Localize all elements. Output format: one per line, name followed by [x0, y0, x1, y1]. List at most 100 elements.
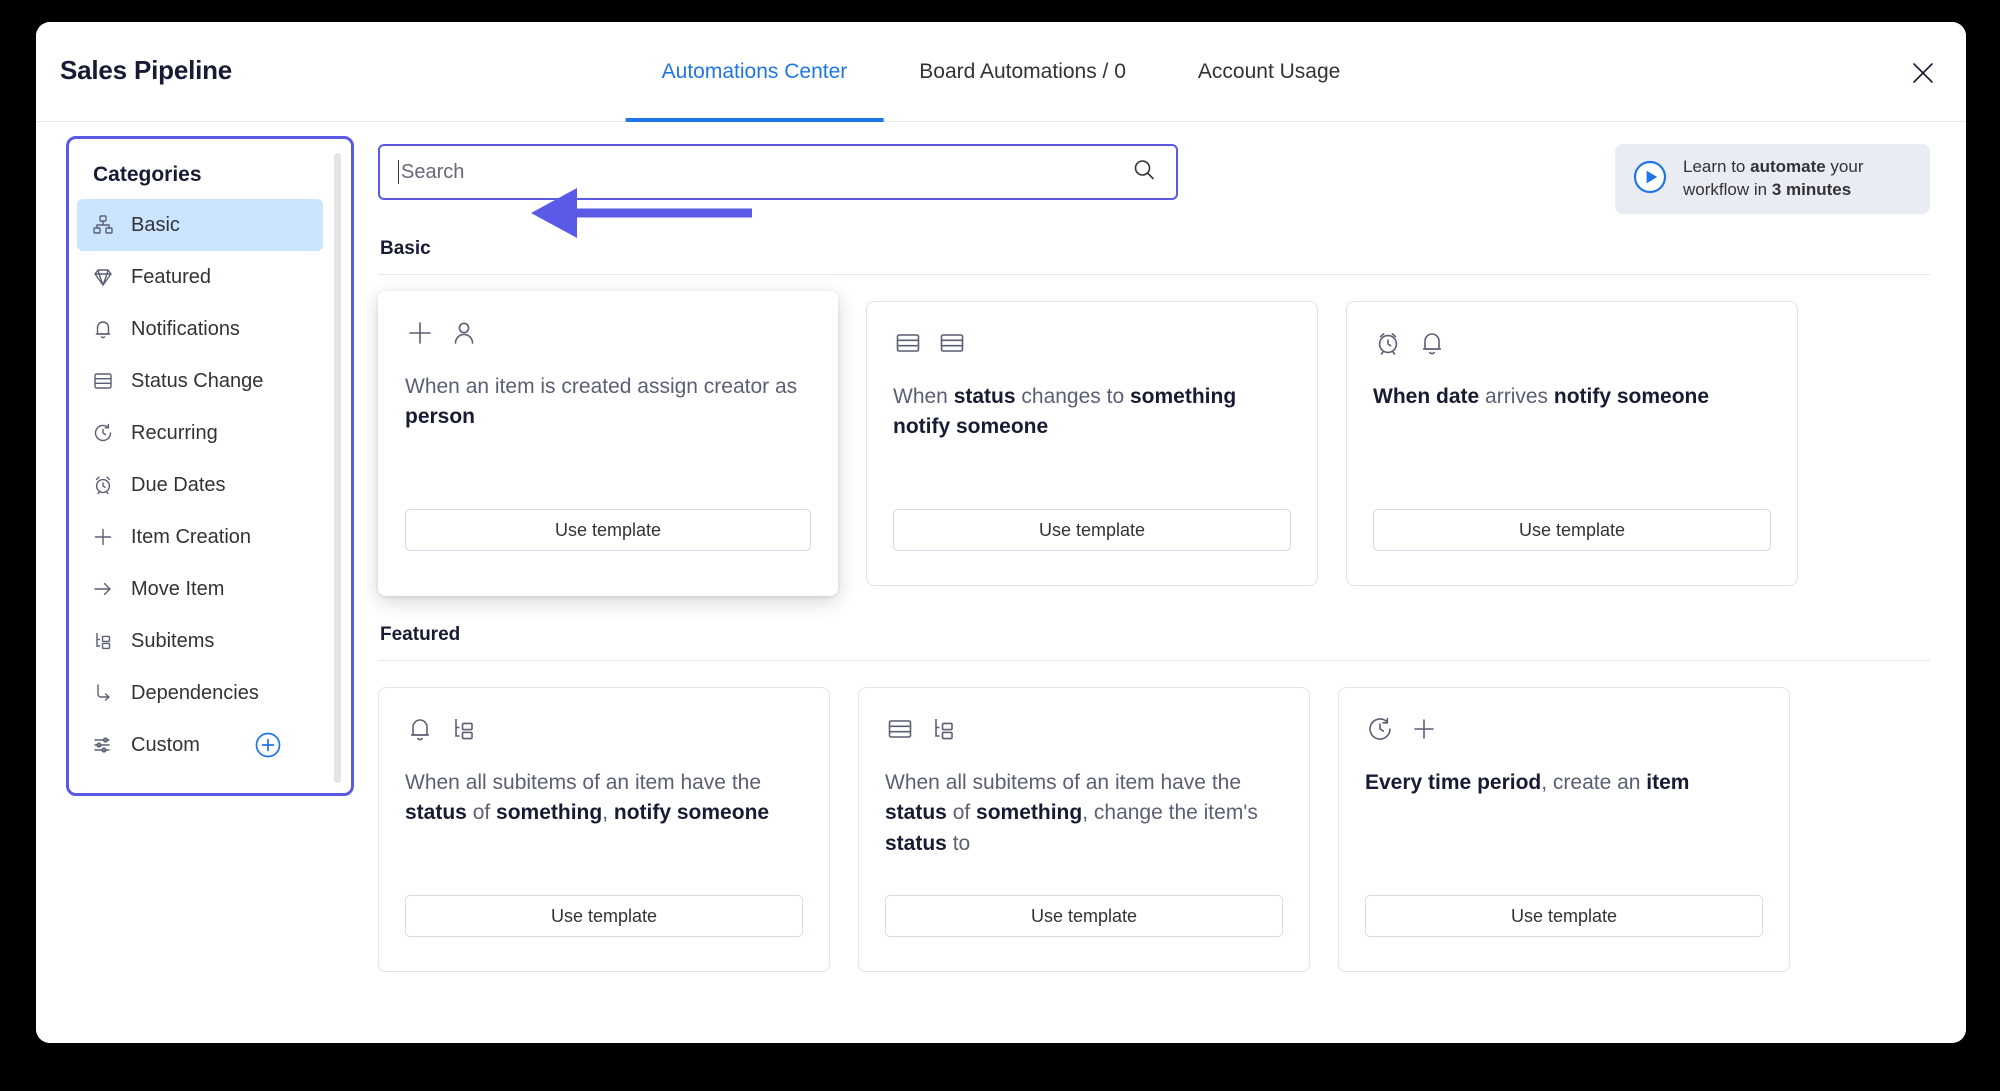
card-icons — [405, 318, 811, 348]
sidebar-item-label: Recurring — [131, 422, 218, 444]
sidebar-heading: Categories — [93, 163, 202, 186]
alarm-clock-icon — [1373, 328, 1403, 358]
sidebar-item-featured[interactable]: Featured — [77, 251, 323, 303]
card-text-part: to — [946, 831, 971, 855]
sidebar-item-label: Subitems — [131, 630, 215, 652]
page-title: Sales Pipeline — [60, 55, 233, 85]
sidebar-item-label: Item Creation — [131, 526, 252, 548]
tab-board-automations[interactable]: Board Automations / 0 — [883, 22, 1162, 122]
screen-root: Sales Pipeline Automations Center Board … — [0, 0, 2000, 1091]
card-icons — [1365, 714, 1763, 744]
card-text-part: Every time period — [1365, 771, 1542, 794]
card-text-part: , — [602, 801, 614, 825]
plus-icon — [1409, 714, 1439, 744]
subitems-icon — [449, 714, 479, 744]
use-template-button[interactable]: Use template — [1365, 895, 1763, 937]
plus-icon — [405, 318, 435, 348]
sidebar-item-label: Basic — [131, 214, 180, 236]
card-text-part: When all subitems of an item have the — [405, 771, 762, 794]
use-template-button[interactable]: Use template — [405, 509, 811, 551]
sidebar-item-notifications[interactable]: Notifications — [77, 303, 323, 355]
template-card[interactable]: When date arrives notify someone Use tem… — [1346, 301, 1798, 586]
sidebar-item-due-dates[interactable]: Due Dates — [77, 459, 323, 511]
card-text-part: date — [1436, 385, 1480, 408]
banner-line1-suffix: your — [1825, 157, 1864, 177]
learn-automate-banner[interactable]: Learn to automate your workflow in 3 min… — [1615, 144, 1930, 214]
basic-card-row: When an item is created assign creator a… — [378, 291, 1930, 596]
card-text-part: notify someone — [613, 801, 770, 825]
card-icons — [405, 714, 803, 744]
section-title-featured: Featured — [380, 624, 461, 645]
card-text: When all subitems of an item have the st… — [405, 768, 803, 829]
sliders-icon — [91, 733, 115, 757]
card-text-part: something — [976, 801, 1083, 825]
status-column-icon — [937, 328, 967, 358]
card-text: When an item is created assign creator a… — [405, 372, 811, 433]
sidebar-item-label: Due Dates — [131, 474, 226, 496]
sidebar-item-dependencies[interactable]: Dependencies — [77, 667, 323, 719]
sidebar-item-custom[interactable]: Custom — [77, 719, 323, 771]
use-template-button[interactable]: Use template — [885, 895, 1283, 937]
card-text-part: status — [405, 801, 467, 825]
card-text-part: status — [953, 385, 1016, 408]
status-column-icon — [91, 369, 115, 393]
diamond-icon — [91, 265, 115, 289]
banner-text: Learn to automate your workflow in 3 min… — [1683, 156, 1863, 202]
dependency-icon — [91, 681, 115, 705]
status-column-icon — [885, 714, 915, 744]
main-content: Search Learn to automate your workflow i… — [366, 122, 1966, 1043]
template-card[interactable]: When all subitems of an item have the st… — [378, 687, 830, 972]
sidebar-item-label: Notifications — [131, 318, 240, 340]
template-card[interactable]: When an item is created assign creator a… — [378, 291, 838, 596]
template-card[interactable]: When all subitems of an item have the st… — [858, 687, 1310, 972]
search-icon[interactable] — [1132, 158, 1156, 187]
sidebar-item-status-change[interactable]: Status Change — [77, 355, 323, 407]
tab-account-usage[interactable]: Account Usage — [1162, 22, 1376, 122]
search-placeholder: Search — [401, 161, 465, 183]
subitems-icon — [929, 714, 959, 744]
sidebar-item-label: Move Item — [131, 578, 225, 600]
card-text: When status changes to something notify … — [893, 382, 1291, 443]
status-column-icon — [893, 328, 923, 358]
categories-sidebar: Categories Basic Featured Notifications … — [66, 136, 354, 796]
section-title-basic: Basic — [380, 238, 431, 259]
sidebar-scrollbar[interactable] — [334, 153, 341, 783]
template-card[interactable]: Every time period, create an item Use te… — [1338, 687, 1790, 972]
tab-automations-center[interactable]: Automations Center — [625, 22, 884, 122]
sidebar-item-label: Custom — [131, 734, 200, 756]
sidebar-item-item-creation[interactable]: Item Creation — [77, 511, 323, 563]
sidebar-item-basic[interactable]: Basic — [77, 199, 323, 251]
banner-line1-prefix: Learn to — [1683, 157, 1751, 177]
card-text-part: , change the item's — [1082, 801, 1258, 825]
use-template-button[interactable]: Use template — [893, 509, 1291, 551]
card-text-part: notify someone — [1553, 385, 1710, 408]
card-icons — [885, 714, 1283, 744]
section-divider — [378, 274, 1930, 275]
add-custom-icon[interactable] — [253, 730, 283, 760]
use-template-button[interactable]: Use template — [405, 895, 803, 937]
subitems-icon — [91, 629, 115, 653]
card-text-part: arrives — [1479, 385, 1554, 408]
sidebar-item-label: Dependencies — [131, 682, 259, 704]
close-icon[interactable] — [1906, 56, 1940, 90]
sidebar-item-recurring[interactable]: Recurring — [77, 407, 323, 459]
sidebar-item-subitems[interactable]: Subitems — [77, 615, 323, 667]
text-caret — [398, 160, 399, 184]
card-text-part: something — [496, 801, 603, 825]
banner-line1-bold: automate — [1750, 157, 1826, 177]
card-text-part: When all subitems of an item have the — [885, 771, 1242, 794]
card-text-part: When — [1373, 385, 1436, 408]
section-divider — [378, 660, 1930, 661]
person-icon — [449, 318, 479, 348]
card-text-part: person — [405, 405, 476, 429]
sidebar-item-move-item[interactable]: Move Item — [77, 563, 323, 615]
bell-icon — [1417, 328, 1447, 358]
tab-bar: Automations Center Board Automations / 0… — [625, 22, 1377, 122]
use-template-button[interactable]: Use template — [1373, 509, 1771, 551]
modal-header: Sales Pipeline Automations Center Board … — [36, 22, 1966, 122]
search-input[interactable]: Search — [378, 144, 1178, 200]
card-text-part: status — [885, 801, 947, 825]
banner-line2-prefix: workflow in — [1683, 180, 1772, 199]
template-card[interactable]: When status changes to something notify … — [866, 301, 1318, 586]
card-text-part: When — [893, 385, 954, 408]
